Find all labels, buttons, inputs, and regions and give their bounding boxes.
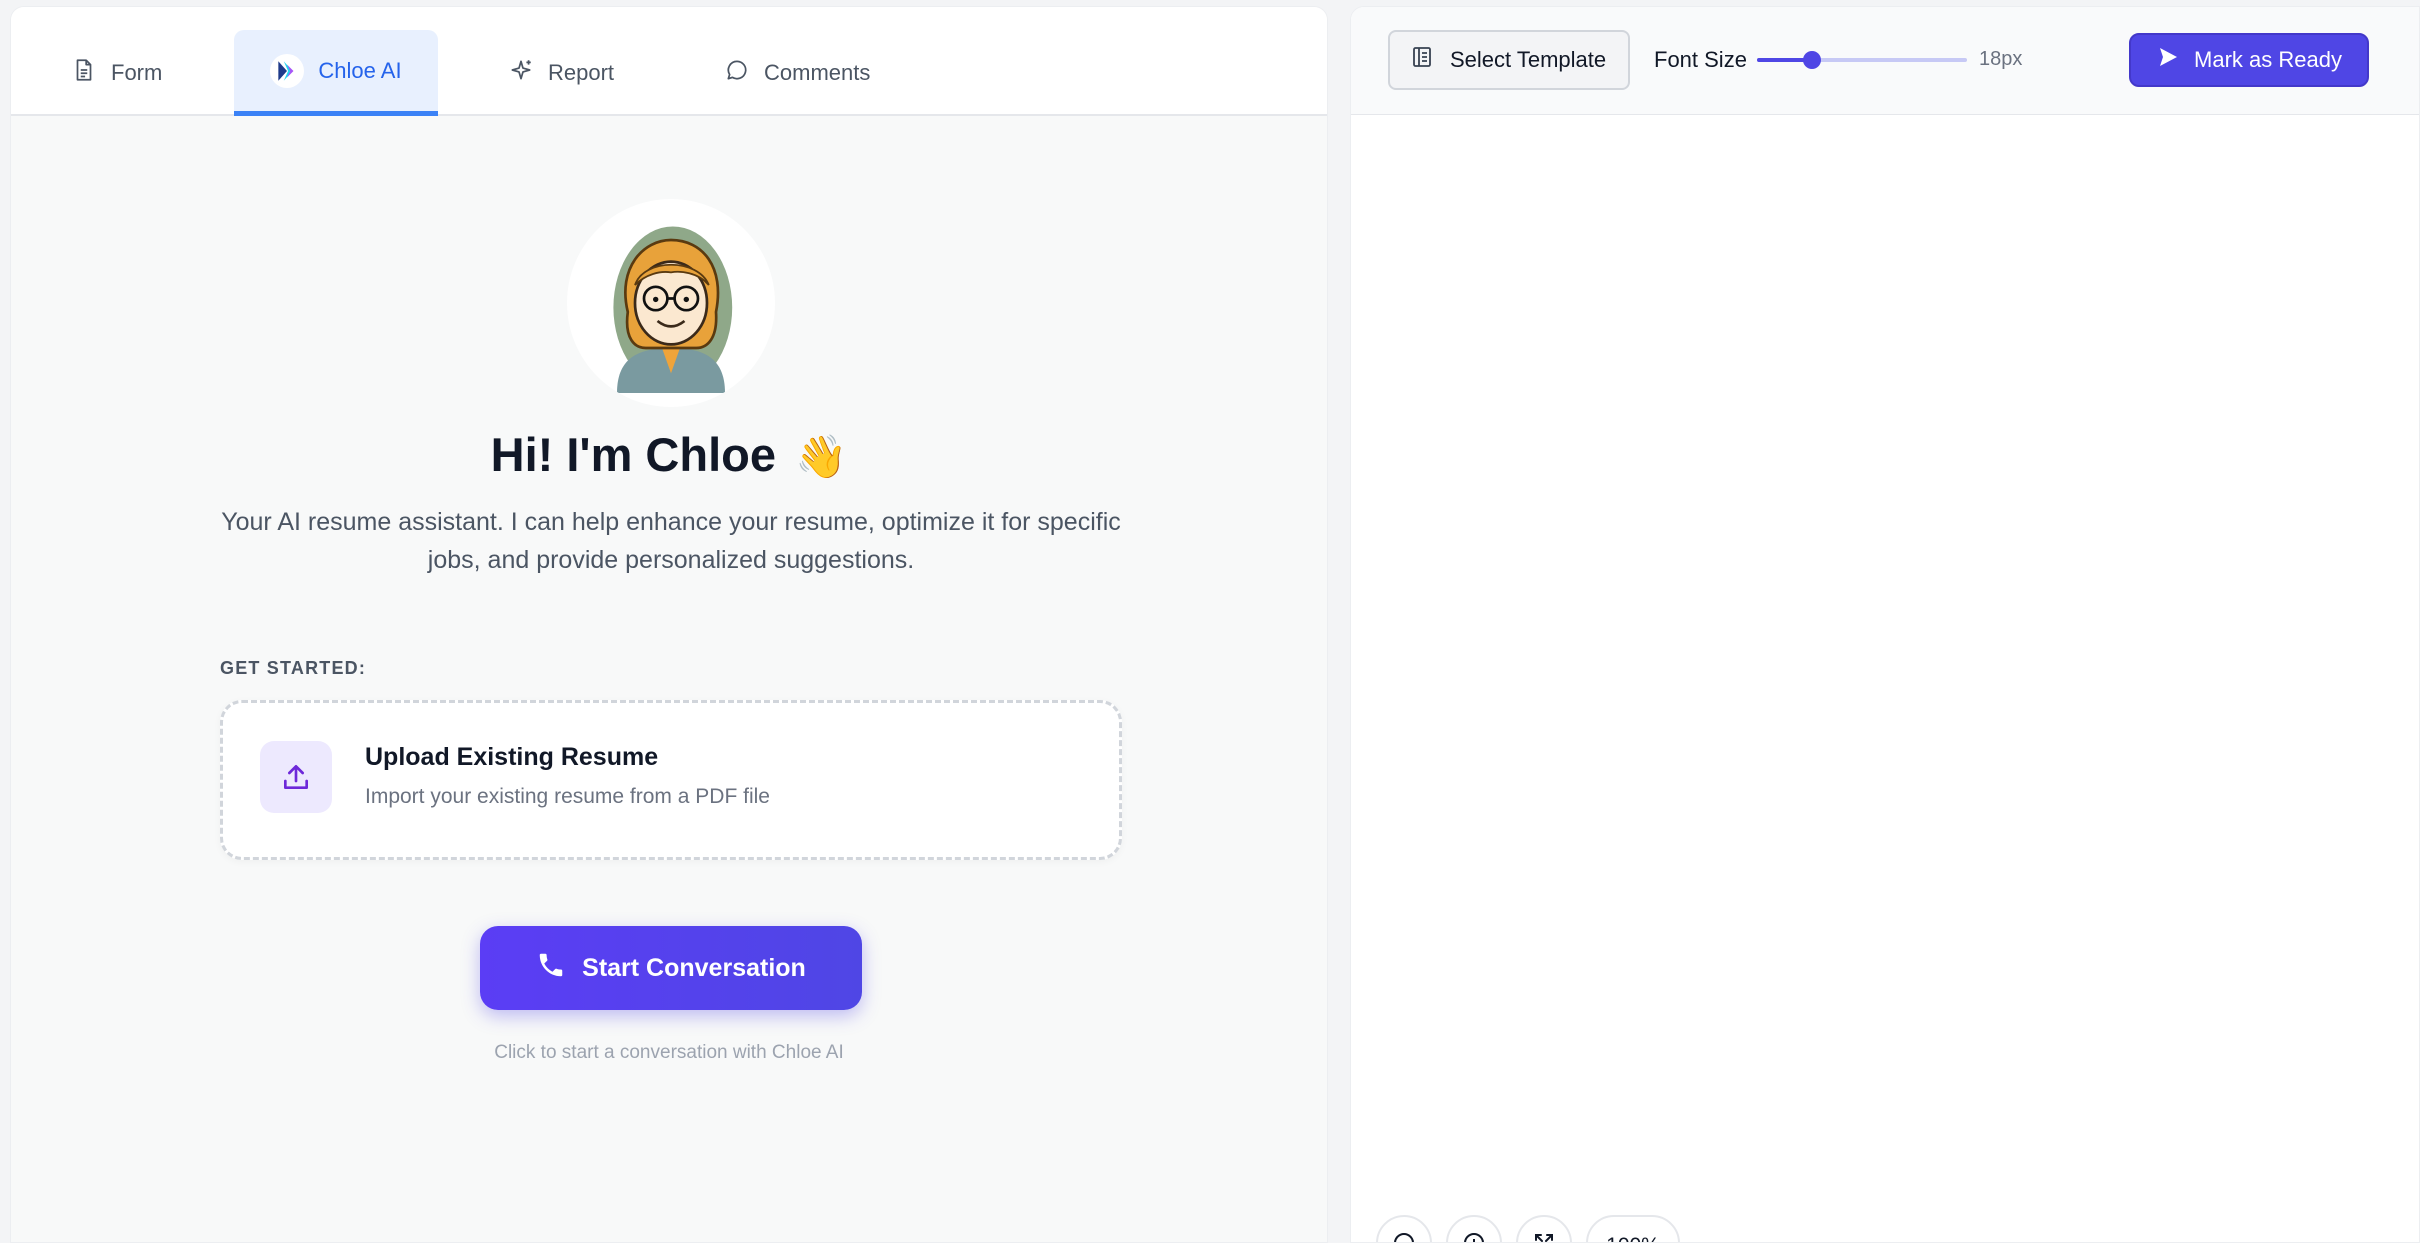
- tab-chloe-ai-label: Chloe AI: [318, 57, 402, 83]
- zoom-in-button[interactable]: [1446, 1215, 1502, 1242]
- greeting-text: Hi! I'm Chloe: [490, 428, 776, 481]
- tab-report[interactable]: Report: [508, 30, 614, 116]
- assistant-intro: Your AI resume assistant. I can help enh…: [221, 508, 1121, 574]
- editor-left-panel: Form Chloe AI Report Comments Hi! I'm Ch…: [10, 6, 1328, 1243]
- sparkle-icon: [508, 57, 534, 89]
- zoom-level: 100%: [1586, 1215, 1680, 1242]
- wave-emoji: 👋: [795, 433, 848, 480]
- tab-report-label: Report: [548, 60, 615, 85]
- preview-toolbar: Select Template Font Size 18px Mark as R…: [1351, 7, 2419, 115]
- tab-comments-label: Comments: [764, 60, 871, 85]
- chloe-avatar: [567, 199, 775, 407]
- tab-bar: Form Chloe AI Report Comments: [11, 7, 1327, 116]
- select-template-label: Select Template: [1450, 47, 1607, 72]
- font-size-value: 18px: [1979, 48, 2023, 70]
- get-started-heading: GET STARTED:: [220, 658, 367, 678]
- preview-right-panel: Select Template Font Size 18px Mark as R…: [1350, 6, 2420, 1243]
- start-conversation-button[interactable]: Start Conversation: [480, 926, 862, 1010]
- document-icon: [71, 57, 97, 89]
- chloe-logo-icon: [270, 53, 305, 88]
- phone-icon: [536, 950, 566, 987]
- start-conversation-label: Start Conversation: [582, 953, 806, 982]
- mark-as-ready-label: Mark as Ready: [2194, 47, 2342, 72]
- template-icon: [1410, 45, 1434, 75]
- start-conversation-hint: Click to start a conversation with Chloe…: [494, 1042, 844, 1063]
- upload-subtitle: Import your existing resume from a PDF f…: [365, 785, 770, 808]
- upload-icon: [260, 741, 332, 813]
- fit-screen-button[interactable]: [1516, 1215, 1572, 1242]
- comment-icon: [724, 57, 750, 89]
- font-size-label: Font Size: [1654, 47, 1747, 72]
- tab-chloe-ai[interactable]: Chloe AI: [234, 30, 438, 116]
- zoom-out-icon: [1392, 1231, 1416, 1242]
- font-size-slider[interactable]: [1757, 51, 1967, 69]
- upload-title: Upload Existing Resume: [365, 743, 659, 771]
- slider-thumb[interactable]: [1802, 51, 1821, 69]
- zoom-out-button[interactable]: [1376, 1215, 1432, 1242]
- select-template-button[interactable]: Select Template: [1388, 30, 1630, 90]
- zoom-controls: 100%: [1376, 1215, 1680, 1242]
- tab-form[interactable]: Form: [71, 30, 162, 116]
- tab-comments[interactable]: Comments: [724, 30, 870, 116]
- upload-resume-card[interactable]: Upload Existing Resume Import your exist…: [220, 700, 1122, 860]
- expand-icon: [1532, 1231, 1556, 1242]
- mark-as-ready-button[interactable]: Mark as Ready: [2129, 33, 2369, 87]
- assistant-greeting: Hi! I'm Chloe 👋: [11, 427, 1327, 482]
- zoom-in-icon: [1462, 1231, 1486, 1242]
- tab-form-label: Form: [111, 60, 163, 85]
- send-icon: [2156, 45, 2180, 75]
